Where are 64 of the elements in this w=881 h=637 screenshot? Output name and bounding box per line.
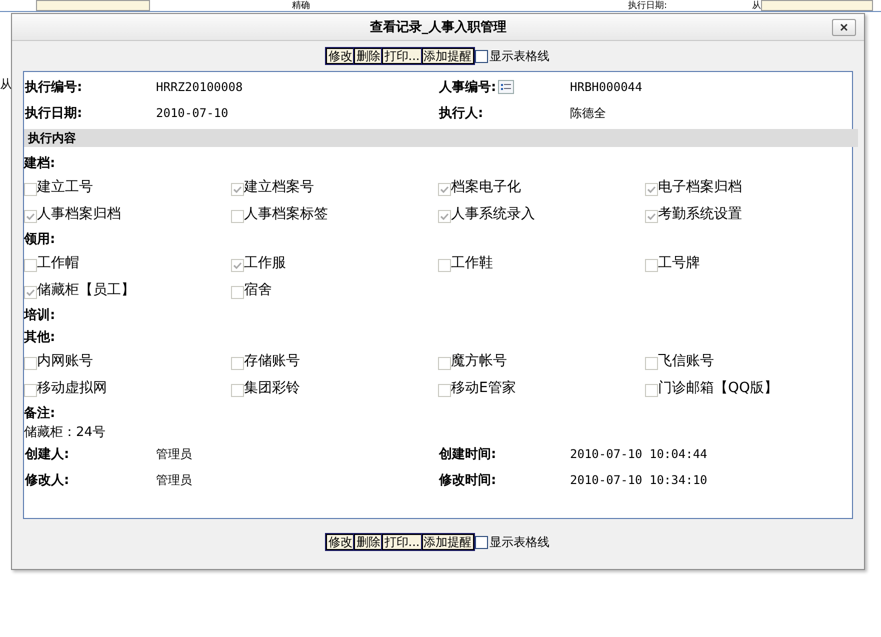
checkbox-label: 显示表格线 <box>490 534 550 550</box>
checkbox-label: 存储账号 <box>244 352 300 370</box>
field-value: 管理员 <box>156 446 193 462</box>
field-label: 执行编号: <box>24 78 84 97</box>
field-value: HRRZ20100008 <box>156 79 244 96</box>
checkbox-label: 内网账号 <box>37 352 93 370</box>
toolbar-button[interactable]: 打印... <box>382 48 422 64</box>
checkbox-label: 显示表格线 <box>490 48 550 64</box>
toolbar-button[interactable]: 添加提醒 <box>422 48 474 64</box>
checkbox-label: 门诊邮箱【QQ版】 <box>658 378 778 396</box>
checkbox-label: 档案电子化 <box>451 178 521 196</box>
checkbox-label: 考勤系统设置 <box>658 204 742 222</box>
checkbox-label: 储藏柜【员工】 <box>37 280 135 298</box>
checkbox-label: 电子档案归档 <box>658 178 742 196</box>
checkbox-label: 工作帽 <box>37 254 79 272</box>
checkbox-label: 建立档案号 <box>244 178 314 196</box>
close-button[interactable]: × <box>832 19 856 36</box>
toolbar-button[interactable]: 添加提醒 <box>422 534 474 550</box>
field-label: 创建时间: <box>438 446 498 464</box>
group-title: 领用: <box>24 231 56 249</box>
dialog-title: 查看记录_人事入职管理 <box>370 18 506 36</box>
checkbox-label: 移动E管家 <box>451 378 516 396</box>
field-label: 修改时间: <box>438 472 498 490</box>
section-title: 执行内容 <box>28 130 76 146</box>
filter-label: 执行日期: <box>628 0 667 10</box>
checkbox-label: 宿舍 <box>244 280 272 298</box>
checkbox[interactable] <box>474 536 488 548</box>
field-value: 2010-07-10 10:04:44 <box>570 446 708 463</box>
field-value: 管理员 <box>156 472 193 488</box>
checkbox-label: 移动虚拟网 <box>37 378 107 396</box>
checkbox-label: 人事档案归档 <box>37 204 121 222</box>
checkbox-label: 建立工号 <box>37 178 93 196</box>
checkbox-label: 飞信账号 <box>658 352 714 370</box>
field-label: 执行人: <box>438 105 484 123</box>
group-title: 建档: <box>24 155 56 173</box>
toolbar-button[interactable]: 修改 <box>326 534 354 550</box>
checkbox-label: 工作鞋 <box>451 254 493 272</box>
field-label: 执行日期: <box>24 105 84 123</box>
note-text: 储藏柜：24号 <box>24 424 107 441</box>
checkbox-label: 魔方帐号 <box>451 352 507 370</box>
list-icon[interactable] <box>498 80 514 94</box>
checkbox-label: 人事档案标签 <box>244 204 328 222</box>
toolbar-button[interactable]: 删除 <box>354 534 382 550</box>
field-value: HRBH000044 <box>570 79 644 96</box>
checkbox-label: 工作服 <box>244 254 286 272</box>
toolbar-button[interactable]: 打印... <box>382 534 422 550</box>
filter-label: 从 <box>752 0 761 10</box>
field-label: 人事编号: <box>438 74 570 100</box>
field-value: 2010-07-10 <box>156 105 230 122</box>
group-title: 其他: <box>24 329 56 347</box>
toolbar-button[interactable]: 修改 <box>326 48 354 64</box>
toolbar-button[interactable]: 删除 <box>354 48 382 64</box>
field-value: 陈德全 <box>570 104 607 122</box>
checkbox-label: 集团彩铃 <box>244 378 300 396</box>
field-value: 2010-07-10 10:34:10 <box>570 472 708 489</box>
field-label: 修改人: <box>24 472 70 490</box>
checkbox-label: 人事系统录入 <box>451 204 535 222</box>
checkbox[interactable] <box>474 50 488 62</box>
group-title: 备注: <box>24 404 56 423</box>
group-title: 培训: <box>24 306 56 325</box>
filter-label: 精确 <box>292 0 310 10</box>
checkbox-label: 工号牌 <box>658 254 700 272</box>
background-label: 从 <box>0 76 12 93</box>
field-label: 创建人: <box>24 446 70 464</box>
